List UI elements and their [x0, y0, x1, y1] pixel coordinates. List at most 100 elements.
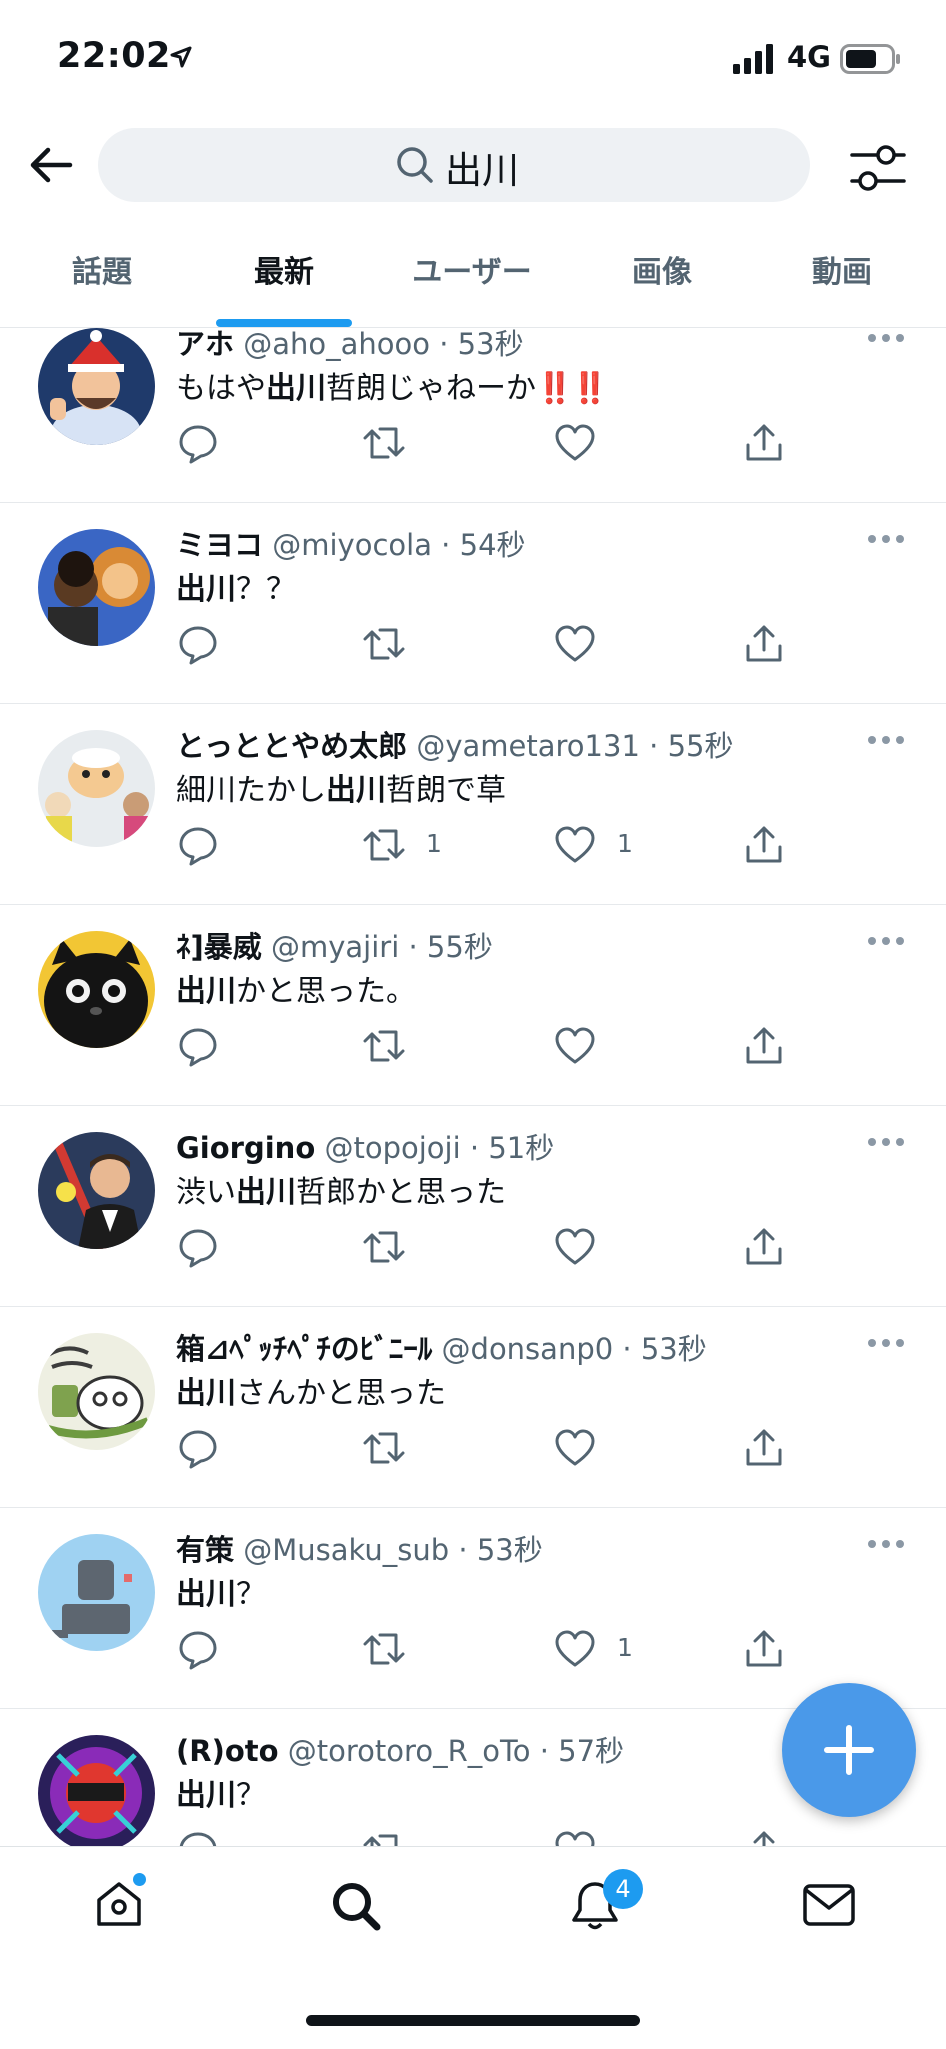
retweet-icon[interactable]: [361, 622, 407, 666]
like-icon[interactable]: [553, 622, 597, 666]
like-icon[interactable]: [553, 1426, 597, 1470]
more-icon[interactable]: [866, 532, 906, 546]
reply-icon[interactable]: [176, 421, 220, 465]
reply-icon[interactable]: [176, 622, 220, 666]
avatar[interactable]: [38, 931, 155, 1048]
avatar[interactable]: [38, 529, 155, 646]
handle[interactable]: @torotoro_R_oTo: [288, 1734, 531, 1768]
back-arrow-icon[interactable]: [26, 140, 76, 190]
like-icon[interactable]: [553, 1024, 597, 1068]
display-name[interactable]: (R)oto: [176, 1734, 279, 1768]
handle[interactable]: @yametaro131: [416, 729, 640, 763]
tweet[interactable]: とっととやめ太郎 @yametaro131 · 55秒 細川たかし出川哲朗で草 …: [0, 703, 946, 905]
like-count: 1: [617, 1633, 633, 1662]
avatar[interactable]: [38, 730, 155, 847]
like-icon[interactable]: [553, 823, 597, 867]
more-icon[interactable]: [866, 1135, 906, 1149]
share-icon[interactable]: [742, 1828, 786, 1846]
display-name[interactable]: 有策: [176, 1533, 234, 1567]
tab-images[interactable]: 画像: [572, 240, 752, 328]
tweet[interactable]: アホ @aho_ahooo · 53秒 もはや出川哲朗じゃねーか‼️‼️: [0, 328, 946, 503]
handle[interactable]: @topojoji: [324, 1131, 460, 1165]
handle[interactable]: @aho_ahooo: [243, 328, 430, 361]
messages-envelope-icon[interactable]: [802, 1882, 856, 1928]
avatar[interactable]: [38, 1132, 155, 1249]
retweet-icon[interactable]: [361, 1627, 407, 1671]
handle[interactable]: @myajiri: [271, 930, 399, 964]
retweet-icon[interactable]: [361, 823, 407, 867]
reply-icon[interactable]: [176, 1225, 220, 1269]
tweet-header: 有策 @Musaku_sub · 53秒: [176, 1533, 543, 1567]
retweet-icon[interactable]: [361, 1828, 407, 1846]
battery-icon: [840, 44, 900, 74]
tab-topics[interactable]: 話題: [12, 240, 192, 328]
like-icon[interactable]: [553, 421, 597, 465]
status-bar: 22:02 4G: [0, 0, 946, 120]
avatar[interactable]: [38, 1534, 155, 1651]
more-icon[interactable]: [866, 733, 906, 747]
retweet-count: 1: [426, 829, 442, 858]
tab-users[interactable]: ユーザー: [382, 240, 562, 328]
filter-icon[interactable]: [848, 140, 908, 196]
timestamp: 53秒: [640, 1332, 707, 1366]
more-icon[interactable]: [866, 934, 906, 948]
more-icon[interactable]: [866, 331, 906, 345]
display-name[interactable]: Giorgino: [176, 1131, 315, 1165]
tab-latest[interactable]: 最新: [194, 240, 374, 328]
tweet-header: ﾈ]暴威 @myajiri · 55秒: [176, 930, 493, 964]
active-tab-indicator: [216, 319, 352, 327]
retweet-icon[interactable]: [361, 1024, 407, 1068]
handle[interactable]: @miyocola: [272, 528, 432, 562]
more-icon[interactable]: [866, 1537, 906, 1551]
reply-icon[interactable]: [176, 1828, 220, 1846]
tweet-text: 出川かと思った。: [176, 974, 416, 1009]
share-icon[interactable]: [742, 421, 786, 465]
compose-button[interactable]: [782, 1683, 916, 1817]
handle[interactable]: @Musaku_sub: [243, 1533, 449, 1567]
tweet-text: もはや出川哲朗じゃねーか‼️‼️: [176, 371, 609, 406]
tweet-header: とっととやめ太郎 @yametaro131 · 55秒: [176, 729, 734, 763]
tweet[interactable]: ﾈ]暴威 @myajiri · 55秒 出川かと思った。: [0, 904, 946, 1106]
reply-icon[interactable]: [176, 1024, 220, 1068]
tweet-header: Giorgino @topojoji · 51秒: [176, 1131, 555, 1165]
display-name[interactable]: 箱⊿ﾍﾟｯﾁﾍﾟﾁのﾋﾞﾆｰﾙ: [176, 1332, 432, 1366]
avatar[interactable]: [38, 1735, 155, 1846]
avatar[interactable]: [38, 328, 155, 445]
share-icon[interactable]: [742, 823, 786, 867]
like-icon[interactable]: [553, 1627, 597, 1671]
network-type: 4G: [787, 40, 831, 74]
explore-search-icon[interactable]: [330, 1880, 382, 1932]
tweet-feed[interactable]: アホ @aho_ahooo · 53秒 もはや出川哲朗じゃねーか‼️‼️ ミヨコ…: [0, 328, 946, 1846]
retweet-icon[interactable]: [361, 1426, 407, 1470]
share-icon[interactable]: [742, 1024, 786, 1068]
notifications-badge: 4: [603, 1869, 643, 1909]
tweet-text: 出川？: [176, 1778, 266, 1813]
share-icon[interactable]: [742, 1426, 786, 1470]
display-name[interactable]: アホ: [176, 328, 234, 361]
display-name[interactable]: ﾈ]暴威: [176, 930, 262, 964]
tweet[interactable]: 有策 @Musaku_sub · 53秒 出川？ 1: [0, 1507, 946, 1709]
avatar[interactable]: [38, 1333, 155, 1450]
retweet-icon[interactable]: [361, 1225, 407, 1269]
tweet[interactable]: ミヨコ @miyocola · 54秒 出川？？: [0, 502, 946, 704]
reply-icon[interactable]: [176, 823, 220, 867]
like-icon[interactable]: [553, 1225, 597, 1269]
retweet-icon[interactable]: [361, 421, 407, 465]
more-icon[interactable]: [866, 1336, 906, 1350]
share-icon[interactable]: [742, 1627, 786, 1671]
like-icon[interactable]: [553, 1828, 597, 1846]
keyword-highlight: 出川: [266, 371, 326, 406]
reply-icon[interactable]: [176, 1627, 220, 1671]
handle[interactable]: @donsanp0: [442, 1332, 614, 1366]
search-query[interactable]: 出川: [445, 140, 519, 194]
tab-videos[interactable]: 動画: [752, 240, 932, 328]
tweet[interactable]: Giorgino @topojoji · 51秒 渋い出川哲郎かと思った: [0, 1105, 946, 1307]
display-name[interactable]: とっととやめ太郎: [176, 729, 407, 763]
tweet[interactable]: 箱⊿ﾍﾟｯﾁﾍﾟﾁのﾋﾞﾆｰﾙ @donsanp0 · 53秒 出川さんかと思っ…: [0, 1306, 946, 1508]
display-name[interactable]: ミヨコ: [176, 528, 263, 562]
share-icon[interactable]: [742, 622, 786, 666]
share-icon[interactable]: [742, 1225, 786, 1269]
reply-icon[interactable]: [176, 1426, 220, 1470]
timestamp: 53秒: [457, 328, 524, 361]
home-indicator[interactable]: [306, 2015, 640, 2026]
